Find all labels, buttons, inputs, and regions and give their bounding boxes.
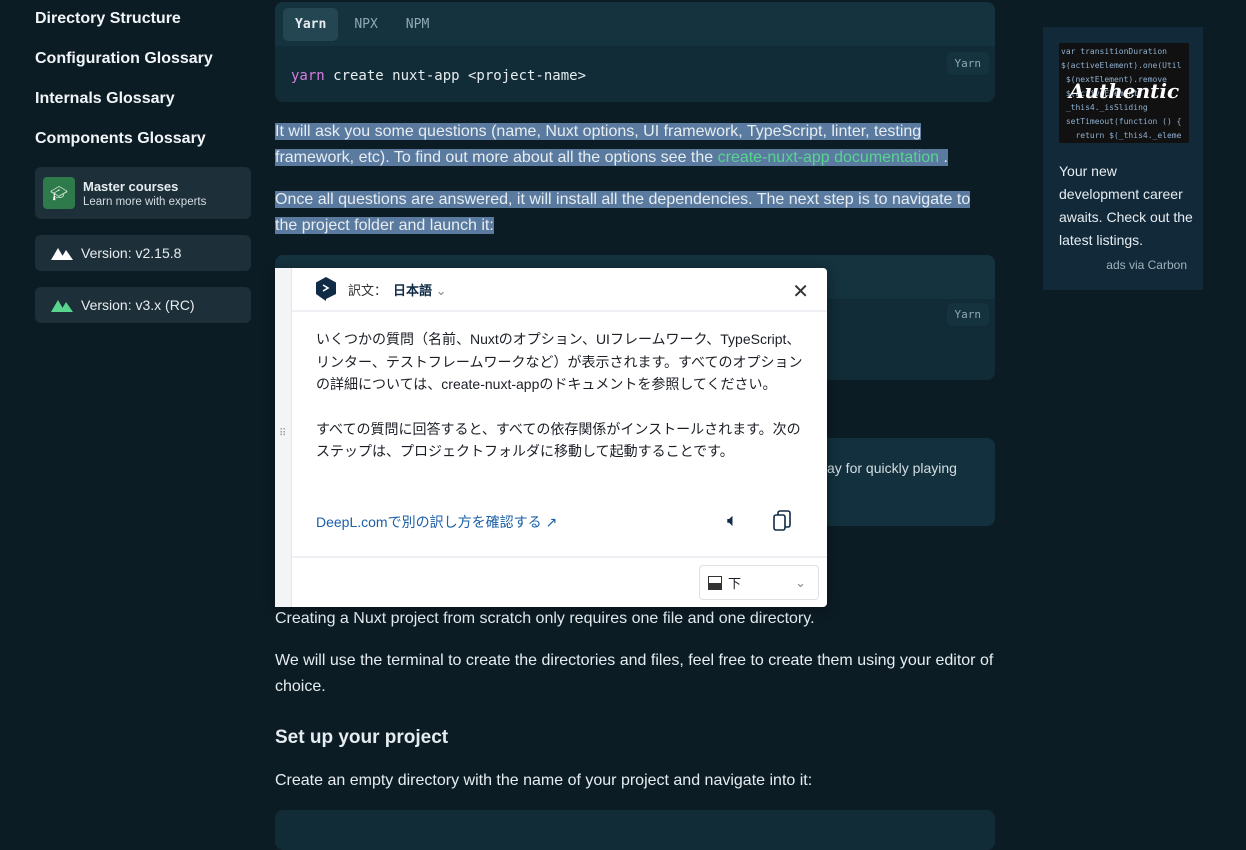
courses-subtitle: Learn more with experts	[83, 195, 207, 208]
speaker-icon[interactable]: 🔈︎	[727, 510, 738, 531]
ad-image[interactable]: var transitionDuration $(activeElement).…	[1059, 43, 1189, 143]
close-icon[interactable]: ✕	[792, 279, 809, 304]
courses-title: Master courses	[83, 178, 179, 194]
translation-label: 訳文：	[348, 282, 388, 298]
ad-text[interactable]: Your new development career awaits. Chec…	[1059, 160, 1194, 252]
drag-handle[interactable]: ⠿	[275, 268, 292, 607]
tab-npx[interactable]: NPX	[342, 8, 389, 41]
paragraph-terminal: We will use the terminal to create the d…	[275, 652, 994, 695]
nuxt-logo-icon	[51, 300, 73, 312]
sidebar-item-directory-structure[interactable]: Directory Structure	[35, 10, 181, 28]
graduation-cap-icon: 🎓︎	[43, 177, 75, 209]
version-v2-link[interactable]: Version: v2.15.8	[35, 235, 251, 271]
version-v3-link[interactable]: Version: v3.x (RC)	[35, 287, 251, 323]
deepl-alternatives-link[interactable]: DeepL.comで別の訳し方を確認する ↗	[316, 512, 557, 532]
code-language-badge: Yarn	[946, 303, 989, 326]
paragraph-end: .	[939, 149, 948, 166]
info-text: ay for quickly playing	[827, 460, 957, 476]
paragraph-questions: It will ask you some questions (name, Nu…	[275, 119, 995, 171]
code-block-mkdir	[275, 810, 995, 850]
tab-yarn[interactable]: Yarn	[283, 7, 339, 41]
code-line: yarn create nuxt-app <project-name>	[291, 68, 586, 84]
grip-icon: ⠿	[279, 428, 287, 439]
nuxt-logo-icon	[51, 248, 73, 260]
external-link-icon: ↗	[545, 514, 558, 530]
section-heading: Set up your project	[275, 727, 449, 748]
code-args: create nuxt-app <project-name>	[324, 68, 587, 84]
target-language: 日本語	[393, 282, 433, 298]
create-nuxt-app-docs-link[interactable]: create-nuxt-app documentation	[718, 149, 939, 166]
tab-npm[interactable]: NPM	[394, 8, 441, 41]
carbon-ad[interactable]: var transitionDuration $(activeElement).…	[1043, 27, 1203, 290]
position-select[interactable]: 下 ⌄	[699, 565, 819, 600]
master-courses-card[interactable]: 🎓︎ Master courses Learn more with expert…	[35, 167, 251, 219]
deepl-translation-popup: ⠿ 訳文： 日本語 ⌄ ✕ いくつかの質問（名前、Nuxtのオプション、UIフレ…	[275, 268, 827, 607]
sidebar-item-configuration-glossary[interactable]: Configuration Glossary	[35, 50, 213, 68]
code-language-badge: Yarn	[946, 52, 989, 75]
translated-paragraph-1: いくつかの質問（名前、Nuxtのオプション、UIフレームワーク、TypeScri…	[316, 331, 803, 392]
translated-paragraph-2: すべての質問に回答すると、すべての依存関係がインストールされます。次のステップは…	[316, 420, 801, 460]
paragraph-dependencies: Once all questions are answered, it will…	[275, 187, 995, 239]
ad-via[interactable]: ads via Carbon	[1106, 258, 1187, 272]
version-label: Version: v2.15.8	[81, 245, 182, 261]
panel-bottom-icon	[708, 575, 722, 590]
deepl-logo-icon	[316, 277, 336, 301]
paragraph-empty-dir: Create an empty directory with the name …	[275, 772, 813, 789]
chevron-down-icon: ⌄	[795, 574, 806, 590]
copy-icon[interactable]	[772, 510, 792, 532]
code-cmd: yarn	[291, 68, 325, 84]
version-label: Version: v3.x (RC)	[81, 297, 195, 313]
code-block-create: Yarn NPX NPM Yarn yarn create nuxt-app <…	[275, 2, 995, 102]
link-text: DeepL.comで別の訳し方を確認する	[316, 514, 542, 530]
chevron-down-icon: ⌄	[435, 282, 447, 298]
ad-image-logo: Authentic	[1069, 79, 1180, 103]
position-value: 下	[728, 576, 742, 591]
sidebar-item-internals-glossary[interactable]: Internals Glossary	[35, 90, 175, 108]
target-language-select[interactable]: 日本語 ⌄	[393, 280, 447, 299]
paragraph-scratch: Creating a Nuxt project from scratch onl…	[275, 610, 815, 627]
paragraph-text: Once all questions are answered, it will…	[275, 191, 971, 234]
sidebar-item-components-glossary[interactable]: Components Glossary	[35, 130, 206, 148]
